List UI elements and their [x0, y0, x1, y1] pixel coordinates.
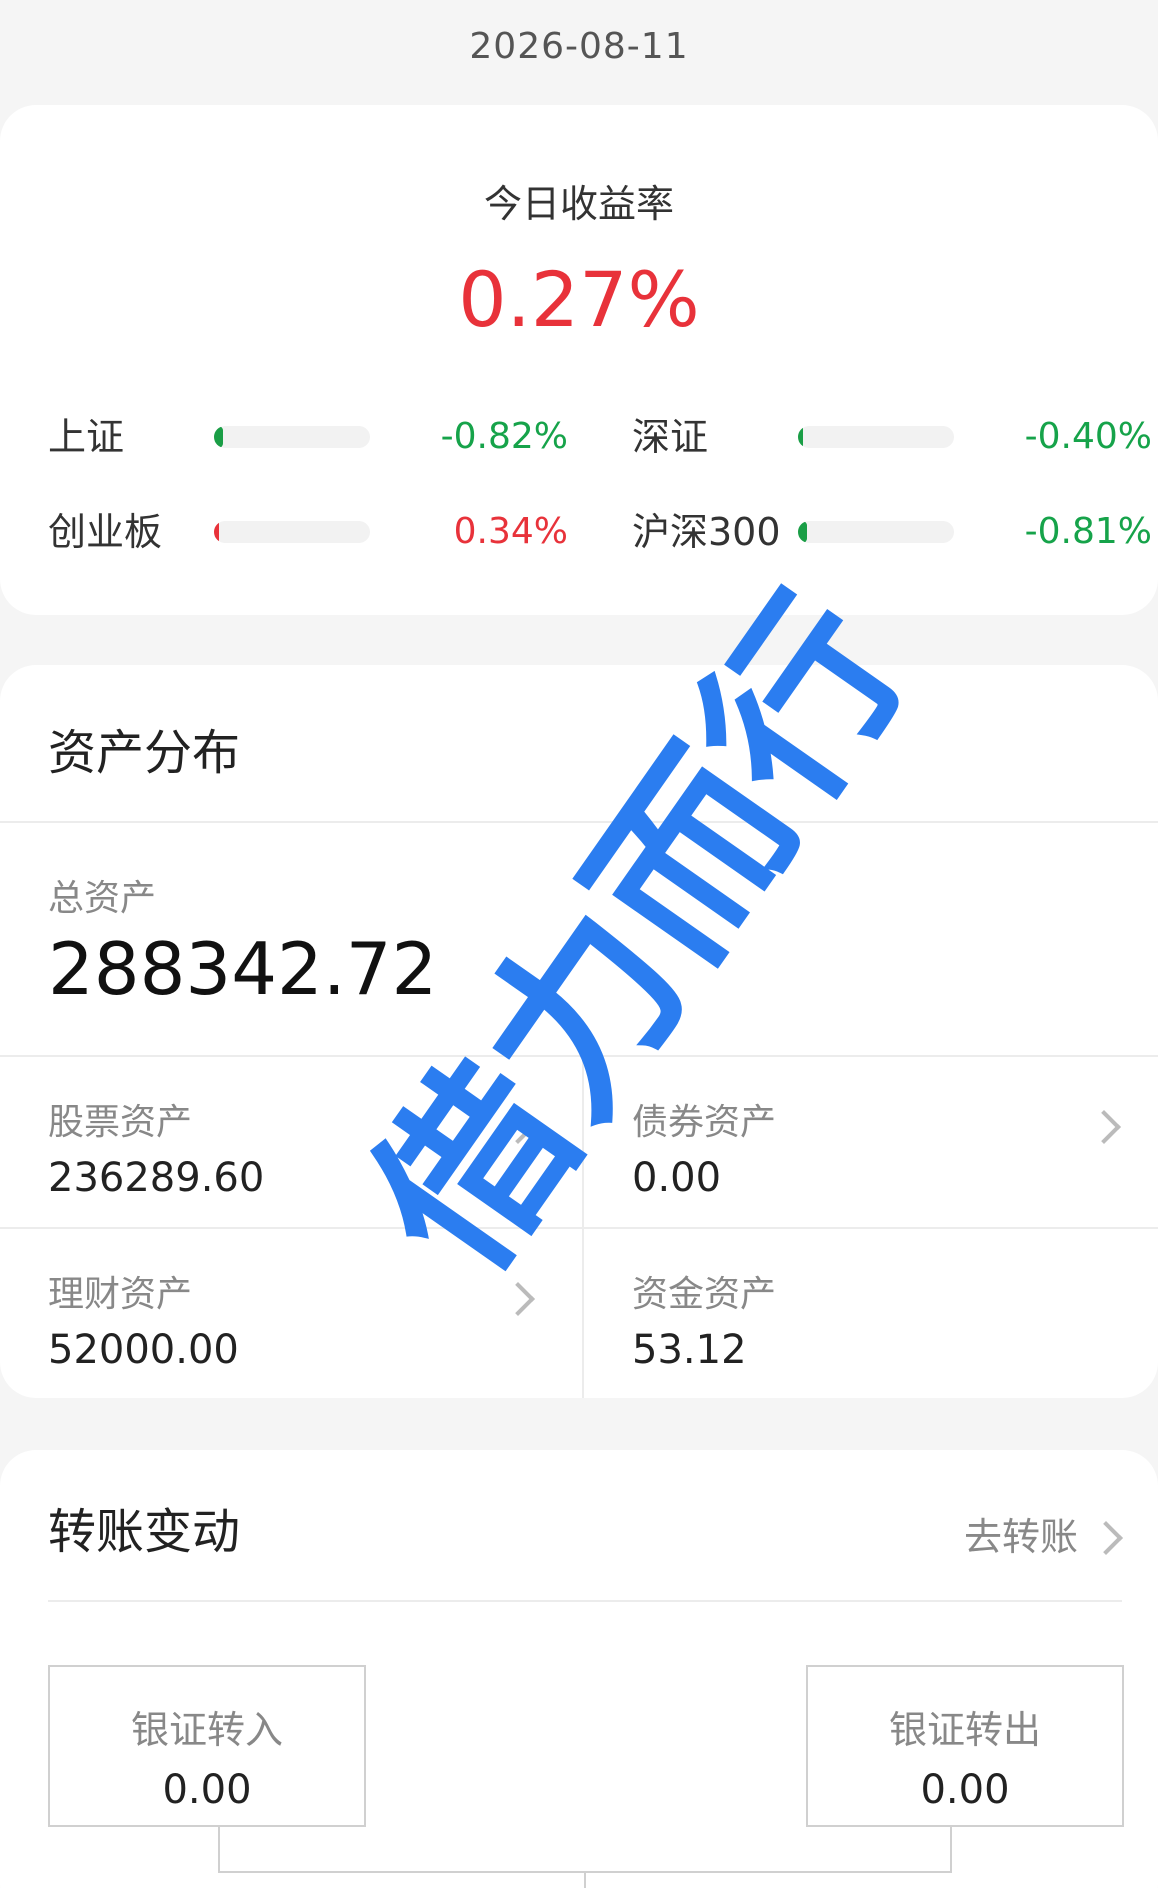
- wealth-assets-value: 52000.00: [48, 1327, 239, 1373]
- index-name: 上证: [48, 415, 125, 459]
- divider: [48, 1600, 1122, 1602]
- index-row-chinext: 创业板 0.34%: [48, 507, 568, 557]
- index-bar: [798, 426, 954, 448]
- total-assets-label: 总资产: [48, 878, 157, 919]
- index-name: 深证: [632, 415, 709, 459]
- index-row-csi300: 沪深300 -0.81%: [632, 507, 1152, 557]
- date-header: 2026-08-11: [469, 26, 689, 67]
- index-pct: -0.82%: [440, 416, 568, 457]
- connector-line: [218, 1827, 952, 1873]
- go-transfer-link[interactable]: 去转账: [964, 1506, 1078, 1561]
- cash-assets-value: 53.12: [632, 1327, 747, 1373]
- cash-assets-label: 资金资产: [632, 1274, 777, 1315]
- transfer-card: 转账变动 去转账 银证转入 0.00 银证转出 0.00: [0, 1450, 1158, 1888]
- index-bar-fill: [798, 426, 803, 448]
- stock-assets-value: 236289.60: [48, 1155, 265, 1201]
- total-assets-value: 288342.72: [48, 927, 438, 1011]
- chevron-right-icon: [1087, 1110, 1121, 1144]
- today-return-value: 0.27%: [458, 255, 700, 344]
- wealth-assets-label: 理财资产: [48, 1274, 193, 1315]
- securities-to-bank-value: 0.00: [920, 1767, 1010, 1813]
- today-return-card: 今日收益率 0.27% 上证 -0.82% 深证 -0.40% 创业板 0.34…: [0, 105, 1158, 615]
- index-bar: [214, 426, 370, 448]
- securities-to-bank-label: 银证转出: [888, 1708, 1041, 1752]
- index-bar: [214, 521, 370, 543]
- index-name: 创业板: [48, 510, 163, 554]
- index-row-shanghai: 上证 -0.82%: [48, 412, 568, 462]
- bank-to-securities-value: 0.00: [162, 1767, 252, 1813]
- index-bar-fill: [214, 521, 219, 543]
- connector-line: [584, 1873, 586, 1888]
- bank-to-securities-box[interactable]: 银证转入 0.00: [48, 1665, 366, 1827]
- bond-assets-value: 0.00: [632, 1155, 722, 1201]
- transfer-title: 转账变动: [48, 1504, 241, 1560]
- index-pct: -0.81%: [1024, 511, 1152, 552]
- divider: [0, 1227, 1158, 1229]
- index-bar-fill: [214, 426, 224, 448]
- divider: [0, 821, 1158, 823]
- index-name: 沪深300: [632, 510, 781, 554]
- today-return-label: 今日收益率: [483, 182, 674, 226]
- index-pct: -0.40%: [1024, 416, 1152, 457]
- index-row-shenzhen: 深证 -0.40%: [632, 412, 1152, 462]
- index-bar: [798, 521, 954, 543]
- index-bar-fill: [798, 521, 808, 543]
- securities-to-bank-box[interactable]: 银证转出 0.00: [806, 1665, 1124, 1827]
- index-pct: 0.34%: [453, 511, 568, 552]
- bank-to-securities-label: 银证转入: [130, 1708, 283, 1752]
- chevron-right-icon[interactable]: [1089, 1521, 1123, 1555]
- asset-distribution-title: 资产分布: [48, 725, 241, 781]
- stock-assets-label: 股票资产: [48, 1102, 193, 1143]
